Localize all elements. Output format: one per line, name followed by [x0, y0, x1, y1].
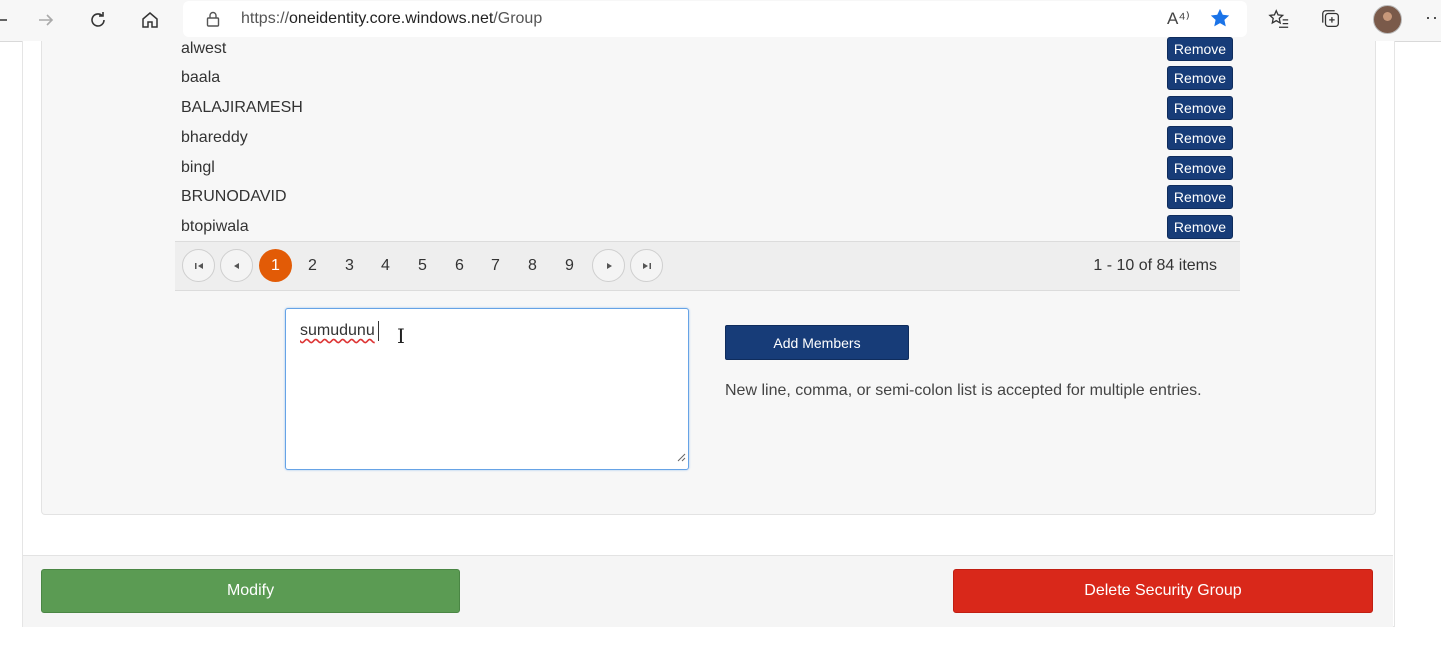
member-row: BRUNODAVID Remove	[175, 183, 1240, 213]
pagination: 1 2 3 4 5 6 7 8 9 1 - 10 of 84 items	[175, 241, 1240, 291]
member-row: btopiwala Remove	[175, 213, 1240, 243]
back-button[interactable]	[0, 6, 14, 34]
pager-info: 1 - 10 of 84 items	[1093, 257, 1217, 274]
remove-button[interactable]: Remove	[1167, 185, 1233, 209]
page-6[interactable]: 6	[443, 249, 476, 282]
last-page-icon	[642, 262, 651, 269]
remove-button[interactable]: Remove	[1167, 215, 1233, 239]
entry-hint: New line, comma, or semi-colon list is a…	[725, 382, 1202, 399]
remove-button[interactable]: Remove	[1167, 126, 1233, 150]
profile-avatar[interactable]	[1373, 5, 1402, 34]
delete-security-group-button[interactable]: Delete Security Group	[953, 569, 1373, 613]
ibeam-cursor-icon: I	[397, 324, 405, 348]
forward-arrow-icon	[39, 14, 54, 26]
text-cursor	[378, 321, 379, 341]
forward-button[interactable]	[32, 6, 60, 34]
member-name: bhareddy	[181, 129, 248, 146]
members-entry-textarea[interactable]: sumudunu I	[285, 308, 689, 470]
member-row: baala Remove	[175, 64, 1240, 94]
url-domain: oneidentity.core.windows.net	[289, 10, 494, 27]
member-name: bingl	[181, 159, 215, 176]
member-name: BRUNODAVID	[181, 188, 287, 205]
home-button[interactable]	[136, 6, 164, 34]
member-name: alwest	[181, 40, 227, 57]
read-aloud-icon[interactable]: A⁴⁾	[1167, 9, 1190, 29]
page-5[interactable]: 5	[406, 249, 439, 282]
refresh-button[interactable]	[84, 6, 112, 34]
member-name: baala	[181, 69, 221, 86]
remove-button[interactable]: Remove	[1167, 96, 1233, 120]
prev-page-button[interactable]	[220, 249, 253, 282]
url-path: /Group	[493, 10, 543, 27]
member-name: btopiwala	[181, 218, 249, 235]
collections-icon[interactable]	[1320, 8, 1342, 35]
page-8[interactable]: 8	[516, 249, 549, 282]
lock-icon	[205, 10, 221, 33]
page-7[interactable]: 7	[479, 249, 512, 282]
url-prefix: https://	[241, 10, 290, 27]
page-1[interactable]: 1	[259, 249, 292, 282]
back-arrow-icon	[0, 19, 7, 21]
remove-button[interactable]: Remove	[1167, 156, 1233, 180]
remove-button[interactable]: Remove	[1167, 66, 1233, 90]
favorites-icon[interactable]	[1268, 8, 1290, 35]
member-row: BALAJIRAMESH Remove	[175, 94, 1240, 124]
member-row: alwest Remove	[175, 35, 1240, 65]
add-members-button[interactable]: Add Members	[725, 325, 909, 360]
more-menu-icon[interactable]: ···	[1425, 7, 1441, 28]
url-text: https://oneidentity.core.windows.net/Gro…	[241, 10, 542, 28]
page-4[interactable]: 4	[369, 249, 402, 282]
refresh-icon	[91, 12, 105, 27]
first-page-icon	[194, 262, 203, 269]
entry-value: sumudunu	[300, 322, 375, 339]
member-name: BALAJIRAMESH	[181, 99, 303, 116]
next-page-icon	[606, 262, 612, 269]
resize-grip-icon[interactable]	[677, 449, 686, 467]
favorite-star-icon[interactable]	[1209, 7, 1231, 34]
address-bar[interactable]: https://oneidentity.core.windows.net/Gro…	[183, 1, 1247, 37]
first-page-button[interactable]	[182, 249, 215, 282]
last-page-button[interactable]	[630, 249, 663, 282]
home-icon	[142, 12, 158, 28]
modify-button[interactable]: Modify	[41, 569, 460, 613]
page-3[interactable]: 3	[333, 249, 366, 282]
prev-page-icon	[233, 262, 239, 269]
member-row: bingl Remove	[175, 154, 1240, 184]
next-page-button[interactable]	[592, 249, 625, 282]
page-9[interactable]: 9	[553, 249, 586, 282]
member-row: bhareddy Remove	[175, 124, 1240, 154]
remove-button[interactable]: Remove	[1167, 37, 1233, 61]
page-2[interactable]: 2	[296, 249, 329, 282]
